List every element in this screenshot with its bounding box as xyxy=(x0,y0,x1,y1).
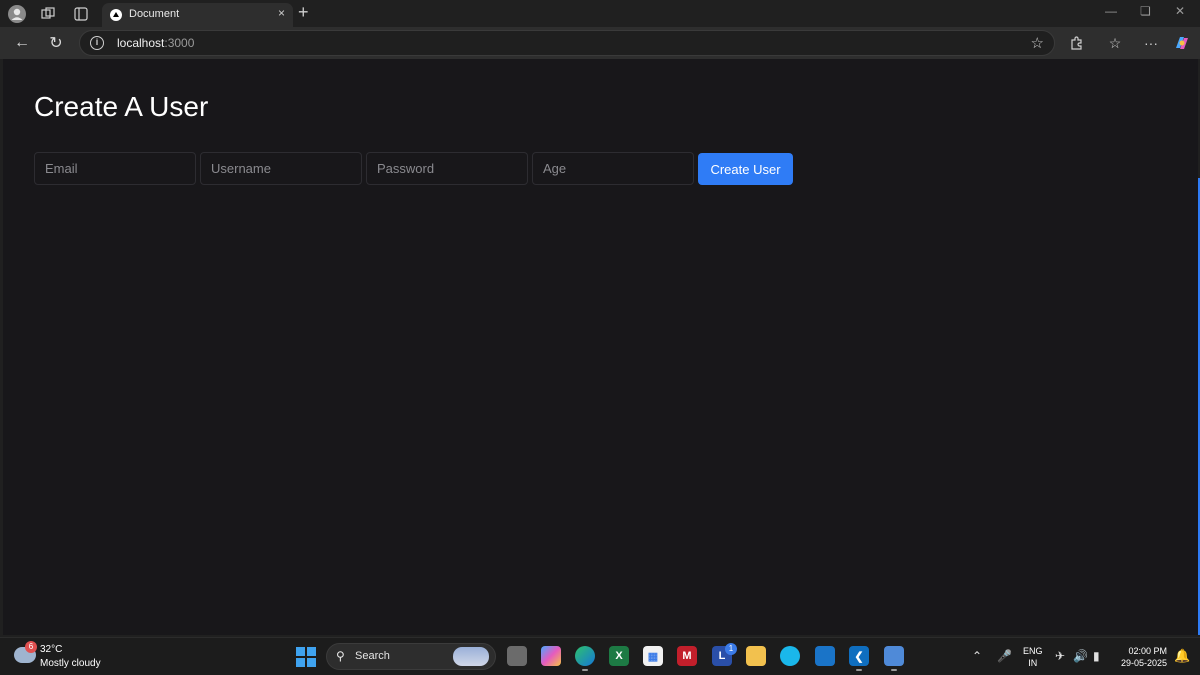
address-bar[interactable]: i localhost:3000 ☆ xyxy=(79,30,1055,56)
address-host: localhost xyxy=(117,36,165,50)
microphone-icon[interactable]: 🎤 xyxy=(997,649,1012,663)
system-clock[interactable]: 02:00 PM 29-05-2025 xyxy=(1115,645,1167,669)
restore-window-icon[interactable]: ❏ xyxy=(1140,4,1151,18)
create-user-button[interactable]: Create User xyxy=(698,153,793,185)
page-viewport: Create A User Create User xyxy=(3,59,1198,635)
profile-avatar-icon[interactable] xyxy=(6,3,28,25)
taskbar-search-box[interactable]: ⚲ Search xyxy=(326,643,496,670)
username-input[interactable] xyxy=(200,152,362,185)
microsoft-store-icon[interactable]: ▦ xyxy=(643,646,663,666)
minimize-window-icon[interactable]: — xyxy=(1105,4,1117,18)
network-icon[interactable]: ✈ xyxy=(1055,649,1065,663)
battery-icon[interactable]: ▮ xyxy=(1093,649,1100,663)
back-arrow-icon[interactable]: ← xyxy=(11,32,33,54)
browser-tab-strip: Document × + — ❏ ✕ xyxy=(0,0,1200,27)
notification-bell-icon[interactable]: 🔔 xyxy=(1174,648,1190,664)
workspaces-icon[interactable] xyxy=(37,3,59,25)
vscode-running-indicator xyxy=(856,669,862,671)
edge-browser-icon[interactable] xyxy=(575,646,595,666)
new-tab-icon[interactable]: + xyxy=(298,2,309,23)
close-window-icon[interactable]: ✕ xyxy=(1175,4,1185,18)
edge-running-indicator xyxy=(582,669,588,671)
vertical-tabs-icon[interactable] xyxy=(70,3,92,25)
clock-time: 02:00 PM xyxy=(1128,646,1167,656)
taskbar: 6 32°C Mostly cloudy ⚲ Search X ▦ M L 1 … xyxy=(0,637,1200,675)
excel-icon[interactable]: X xyxy=(609,646,629,666)
search-highlight-image xyxy=(453,647,489,666)
email-input[interactable] xyxy=(34,152,196,185)
volume-icon[interactable]: 🔊 xyxy=(1073,649,1088,663)
refresh-icon[interactable]: ↻ xyxy=(45,32,67,54)
tab-favicon-icon xyxy=(110,9,122,21)
start-windows-icon[interactable] xyxy=(296,647,316,667)
address-port: :3000 xyxy=(164,36,195,50)
copilot-icon[interactable] xyxy=(1172,33,1192,53)
tab-title: Document xyxy=(129,8,180,20)
vscode-icon[interactable]: ❮ xyxy=(849,646,869,666)
mcafee-icon[interactable]: M xyxy=(677,646,697,666)
extensions-icon[interactable] xyxy=(1067,33,1087,53)
page-title: Create A User xyxy=(34,91,209,122)
favorites-icon[interactable]: ☆ xyxy=(1105,33,1125,53)
close-tab-icon[interactable]: × xyxy=(278,6,285,20)
address-url: localhost:3000 xyxy=(117,36,194,50)
copilot-app-icon[interactable] xyxy=(541,646,561,666)
favorite-star-icon[interactable]: ☆ xyxy=(1031,34,1044,52)
weather-condition[interactable]: Mostly cloudy xyxy=(40,658,101,669)
language-line-1: ENG xyxy=(1023,646,1043,656)
snipping-tool-icon[interactable] xyxy=(884,646,904,666)
task-view-icon[interactable] xyxy=(507,646,527,666)
input-language[interactable]: ENG IN xyxy=(1023,645,1043,669)
site-info-icon[interactable]: i xyxy=(90,36,104,50)
language-line-2: IN xyxy=(1028,658,1038,668)
app-notification-badge: 1 xyxy=(725,643,737,655)
app-window-icon[interactable] xyxy=(815,646,835,666)
more-options-icon[interactable]: ··· xyxy=(1141,33,1161,53)
browser-toolbar: ← ↻ i localhost:3000 ☆ ☆ ··· xyxy=(0,27,1200,59)
taskbar-search-label: Search xyxy=(355,650,390,662)
snipping-running-indicator xyxy=(891,669,897,671)
weather-temperature[interactable]: 32°C xyxy=(40,644,62,655)
age-input[interactable] xyxy=(532,152,694,185)
show-hidden-icons-chevron-icon[interactable]: ⌃ xyxy=(972,649,982,663)
clock-date: 29-05-2025 xyxy=(1120,658,1167,668)
file-explorer-icon[interactable] xyxy=(746,646,766,666)
password-input[interactable] xyxy=(366,152,528,185)
alexa-icon[interactable] xyxy=(780,646,800,666)
search-icon: ⚲ xyxy=(336,649,345,663)
weather-badge: 6 xyxy=(25,641,37,653)
active-tab[interactable]: Document × xyxy=(102,3,293,27)
